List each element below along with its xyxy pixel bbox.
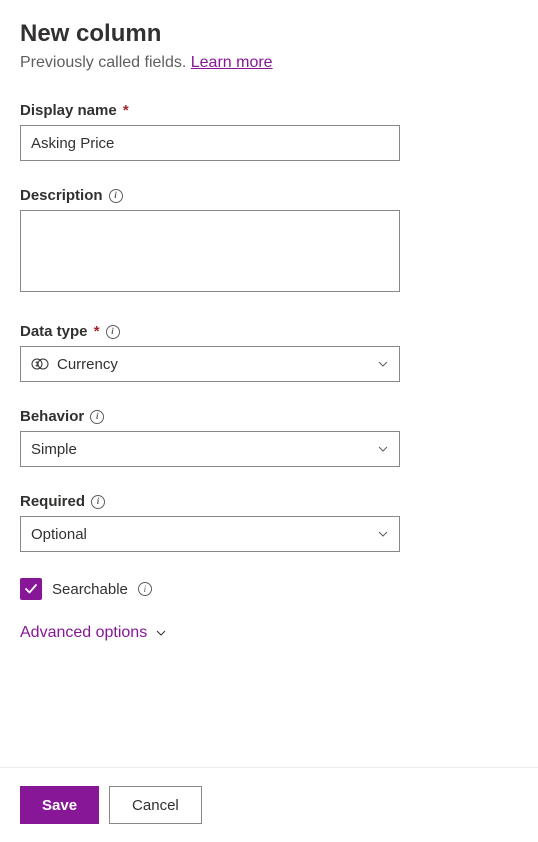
info-icon[interactable]: i xyxy=(106,325,120,339)
display-name-input[interactable] xyxy=(20,125,400,161)
required-label: Required i xyxy=(20,493,518,510)
info-icon[interactable]: i xyxy=(91,495,105,509)
required-asterisk: * xyxy=(119,102,129,119)
info-icon[interactable]: i xyxy=(138,582,152,596)
behavior-value: Simple xyxy=(31,441,377,458)
save-button[interactable]: Save xyxy=(20,786,99,824)
searchable-checkbox[interactable] xyxy=(20,578,42,600)
required-value: Optional xyxy=(31,526,377,543)
behavior-dropdown[interactable]: Simple xyxy=(20,431,400,467)
data-type-value: Currency xyxy=(57,356,377,373)
footer: Save Cancel xyxy=(0,767,538,842)
learn-more-link[interactable]: Learn more xyxy=(191,54,273,71)
description-input[interactable] xyxy=(20,210,400,292)
chevron-down-icon xyxy=(377,528,389,540)
behavior-label: Behavior i xyxy=(20,408,518,425)
chevron-down-icon xyxy=(377,443,389,455)
required-dropdown[interactable]: Optional xyxy=(20,516,400,552)
description-label: Description i xyxy=(20,187,518,204)
display-name-label: Display name * xyxy=(20,102,518,119)
chevron-down-icon xyxy=(377,358,389,370)
subtitle-text: Previously called fields. xyxy=(20,54,191,71)
info-icon[interactable]: i xyxy=(109,189,123,203)
chevron-down-icon xyxy=(155,627,167,639)
currency-icon xyxy=(31,355,49,373)
cancel-button[interactable]: Cancel xyxy=(109,786,202,824)
panel-subtitle: Previously called fields. Learn more xyxy=(20,54,518,72)
advanced-options-toggle[interactable]: Advanced options xyxy=(20,624,518,642)
searchable-label: Searchable xyxy=(52,581,128,598)
required-asterisk: * xyxy=(90,323,100,340)
panel-title: New column xyxy=(20,20,518,48)
data-type-label: Data type * i xyxy=(20,323,518,340)
data-type-dropdown[interactable]: Currency xyxy=(20,346,400,382)
info-icon[interactable]: i xyxy=(90,410,104,424)
advanced-options-label: Advanced options xyxy=(20,624,147,642)
